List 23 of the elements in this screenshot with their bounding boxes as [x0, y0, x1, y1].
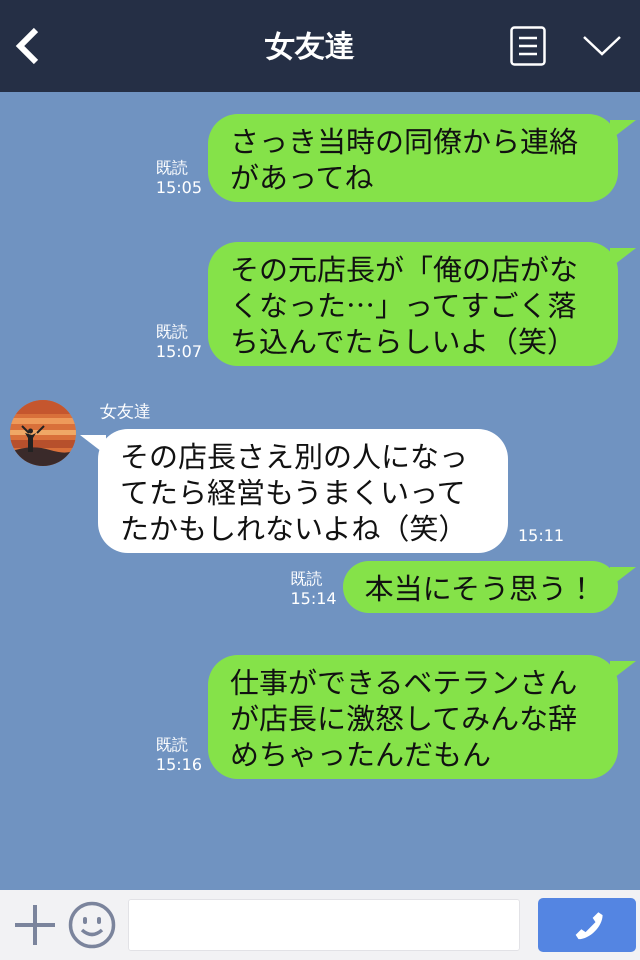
message-bubble: その元店長が「俺の店がなくなった…」ってすごく落ち込んでたらしいよ（笑）: [208, 242, 618, 366]
message-time: 15:14: [290, 589, 337, 609]
message-bubble: 仕事ができるベテランさんが店長に激怒してみんな辞めちゃったんだもん: [208, 655, 618, 779]
message-bubble: さっき当時の同僚から連絡があってね: [208, 114, 618, 202]
smiley-icon[interactable]: [68, 901, 116, 949]
message-time: 15:11: [518, 526, 564, 547]
chat-title: 女友達: [264, 28, 356, 66]
chevron-down-icon[interactable]: [582, 35, 622, 57]
back-icon[interactable]: [14, 27, 40, 65]
message-time: 15:05: [156, 178, 202, 198]
message-time: 15:16: [156, 755, 202, 775]
call-button[interactable]: [538, 898, 636, 952]
message-bubble: 本当にそう思う！: [342, 561, 618, 613]
menu-icon[interactable]: [510, 26, 546, 66]
read-receipt: 既読: [156, 322, 188, 342]
sender-name: 女友達: [100, 401, 152, 423]
message-bubble: その店長さえ別の人になってたら経営もうまくいってたかもしれないよね（笑）: [98, 429, 508, 553]
read-receipt: 既読: [156, 158, 188, 178]
message-time: 15:07: [156, 342, 202, 362]
message-input-field[interactable]: [128, 899, 520, 951]
read-receipt: 既読: [156, 735, 188, 755]
read-receipt: 既読: [290, 569, 322, 589]
plus-icon[interactable]: [14, 904, 56, 946]
